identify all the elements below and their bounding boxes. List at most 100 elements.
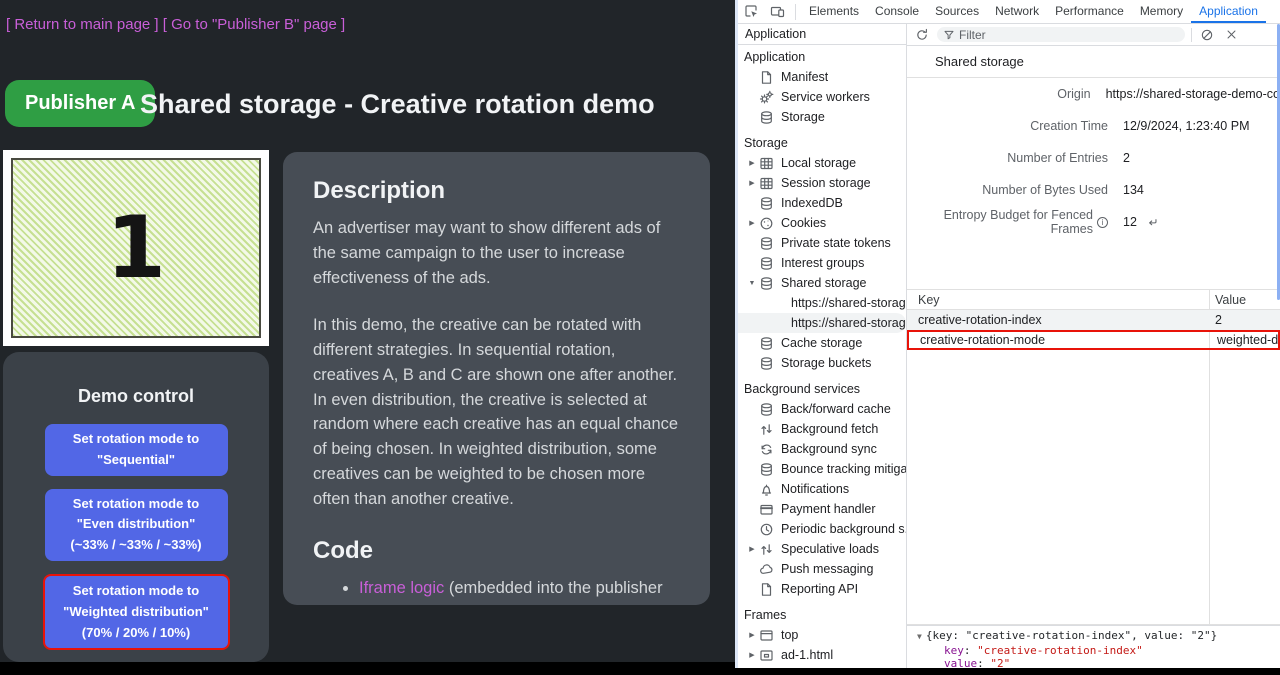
sidebar-item-push-messaging[interactable]: Push messaging <box>738 559 906 579</box>
creative-ad-frame: 1 <box>3 150 269 346</box>
sidebar-item-indexeddb[interactable]: IndexedDB <box>738 193 906 213</box>
document-icon <box>759 70 774 85</box>
sidebar-item-frame-ad1[interactable]: ▶ ad-1.html <box>738 645 906 665</box>
rotation-even-distribution-button[interactable]: Set rotation mode to "Even distribution"… <box>45 489 228 561</box>
toolbar-separator <box>1191 28 1192 42</box>
code-title: Code <box>313 537 680 565</box>
return-to-main-link[interactable]: [ Return to main page ] <box>6 16 159 33</box>
sidebar-item-storage[interactable]: Storage <box>738 107 906 127</box>
sidebar-item-frame-top[interactable]: ▶ top <box>738 625 906 645</box>
sidebar-item-periodic-background-sync[interactable]: Periodic background s... <box>738 519 906 539</box>
preview-key-entry: key: "creative-rotation-index" <box>917 644 1280 658</box>
up-down-arrows-icon <box>759 542 774 557</box>
chevron-right-icon[interactable]: ▶ <box>746 219 758 227</box>
database-icon <box>759 276 774 291</box>
tab-elements[interactable]: Elements <box>801 0 867 23</box>
gears-icon <box>759 90 774 105</box>
sidebar-item-service-workers[interactable]: Service workers <box>738 87 906 107</box>
chevron-right-icon[interactable]: ▶ <box>746 179 758 187</box>
meta-row-creation-time: Creation Time 12/9/2024, 1:23:40 PM <box>907 110 1280 142</box>
sidebar-item-background-sync[interactable]: Background sync <box>738 439 906 459</box>
tab-sources[interactable]: Sources <box>927 0 987 23</box>
inspect-element-icon[interactable] <box>738 0 764 23</box>
sidebar-item-shared-storage-origin-1[interactable]: https://shared-storage-d... <box>738 293 906 313</box>
demo-control-panel: Demo control Set rotation mode to "Seque… <box>3 352 269 662</box>
close-icon[interactable] <box>1222 26 1240 44</box>
creative-number: 1 <box>106 198 166 298</box>
refresh-icon[interactable] <box>913 26 931 44</box>
sidebar-item-session-storage[interactable]: ▶ Session storage <box>738 173 906 193</box>
sidebar-item-reporting-api[interactable]: Reporting API <box>738 579 906 599</box>
sidebar-item-back-forward-cache[interactable]: Back/forward cache <box>738 399 906 419</box>
database-icon <box>759 110 774 125</box>
rotation-sequential-button[interactable]: Set rotation mode to "Sequential" <box>45 424 228 476</box>
meta-row-bytes-used: Number of Bytes Used 134 <box>907 174 1280 206</box>
filter-input[interactable]: Filter <box>937 27 1185 42</box>
devtools-tabbar: Elements Console Sources Network Perform… <box>738 0 1280 24</box>
clear-icon[interactable] <box>1198 26 1216 44</box>
demo-control-title: Demo control <box>3 352 269 407</box>
reset-budget-icon[interactable] <box>1146 216 1159 229</box>
creative-ad: 1 <box>11 158 261 338</box>
sidebar-item-private-state-tokens[interactable]: Private state tokens <box>738 233 906 253</box>
description-panel: Description An advertiser may want to sh… <box>283 152 710 605</box>
frame-icon <box>759 628 774 643</box>
key-column-header[interactable]: Key <box>907 293 1209 307</box>
section-application: Application <box>738 47 906 67</box>
code-list-item: Iframe logic (embedded into the publishe… <box>359 576 680 605</box>
info-icon[interactable]: i <box>1097 217 1108 228</box>
metadata-view: Origin https://shared-storage-demo-co Cr… <box>907 78 1280 238</box>
iframe-logic-link[interactable]: Iframe logic <box>359 579 444 597</box>
description-title: Description <box>313 177 680 205</box>
sidebar-item-shared-storage[interactable]: ▼ Shared storage <box>738 273 906 293</box>
sidebar-panel-title: Application <box>738 24 906 45</box>
publisher-b-link[interactable]: [ Go to "Publisher B" page ] <box>163 16 345 33</box>
chevron-right-icon[interactable]: ▶ <box>746 651 758 659</box>
sidebar-item-manifest[interactable]: Manifest <box>738 67 906 87</box>
sidebar-item-cookies[interactable]: ▶ Cookies <box>738 213 906 233</box>
section-background-services: Background services <box>738 379 906 399</box>
code-list: Iframe logic (embedded into the publishe… <box>313 576 680 605</box>
database-icon <box>759 236 774 251</box>
page-title: Shared storage - Creative rotation demo <box>140 89 655 120</box>
shared-storage-panel: Filter Shared storage Origin https://sha… <box>907 24 1280 668</box>
card-icon <box>759 502 774 517</box>
tab-network[interactable]: Network <box>987 0 1047 23</box>
tab-application[interactable]: Application <box>1191 0 1266 23</box>
table-row-rotation-mode-highlighted[interactable]: creative-rotation-mode weighted-dist <box>907 330 1280 350</box>
iframe-icon <box>759 648 774 663</box>
sidebar-item-notifications[interactable]: Notifications <box>738 479 906 499</box>
tab-performance[interactable]: Performance <box>1047 0 1132 23</box>
sidebar-item-interest-groups[interactable]: Interest groups <box>738 253 906 273</box>
device-toolbar-icon[interactable] <box>764 0 790 23</box>
expand-triangle-icon[interactable]: ▼ <box>917 630 922 644</box>
value-column-header[interactable]: Value <box>1209 293 1280 307</box>
database-icon <box>759 336 774 351</box>
sidebar-item-payment-handler[interactable]: Payment handler <box>738 499 906 519</box>
tab-memory[interactable]: Memory <box>1132 0 1191 23</box>
sidebar-item-cache-storage[interactable]: Cache storage <box>738 333 906 353</box>
sidebar-item-local-storage[interactable]: ▶ Local storage <box>738 153 906 173</box>
chevron-right-icon[interactable]: ▶ <box>746 545 758 553</box>
description-paragraph-1: An advertiser may want to show different… <box>313 216 680 290</box>
shared-storage-heading: Shared storage <box>907 46 1280 78</box>
sidebar-item-storage-buckets[interactable]: Storage buckets <box>738 353 906 373</box>
sidebar-item-background-fetch[interactable]: Background fetch <box>738 419 906 439</box>
storage-items-table: Key Value creative-rotation-index 2 crea… <box>907 289 1280 625</box>
table-row-rotation-index[interactable]: creative-rotation-index 2 <box>907 310 1280 330</box>
up-down-arrows-icon <box>759 422 774 437</box>
chevron-right-icon[interactable]: ▶ <box>746 159 758 167</box>
chevron-right-icon[interactable]: ▶ <box>746 631 758 639</box>
sidebar-item-speculative-loads[interactable]: ▶ Speculative loads <box>738 539 906 559</box>
publisher-badge: Publisher A <box>5 80 155 127</box>
table-icon <box>759 156 774 171</box>
sidebar-item-bounce-tracking-mitigations[interactable]: Bounce tracking mitiga... <box>738 459 906 479</box>
description-paragraph-2: In this demo, the creative can be rotate… <box>313 313 680 511</box>
sidebar-item-shared-storage-origin-2[interactable]: https://shared-storage-d... <box>738 313 906 333</box>
tab-console[interactable]: Console <box>867 0 927 23</box>
publisher-page: [ Return to main page ] [ Go to "Publish… <box>0 0 735 662</box>
table-icon <box>759 176 774 191</box>
chevron-down-icon[interactable]: ▼ <box>746 280 758 287</box>
rotation-weighted-distribution-button[interactable]: Set rotation mode to "Weighted distribut… <box>43 574 230 650</box>
section-storage: Storage <box>738 133 906 153</box>
